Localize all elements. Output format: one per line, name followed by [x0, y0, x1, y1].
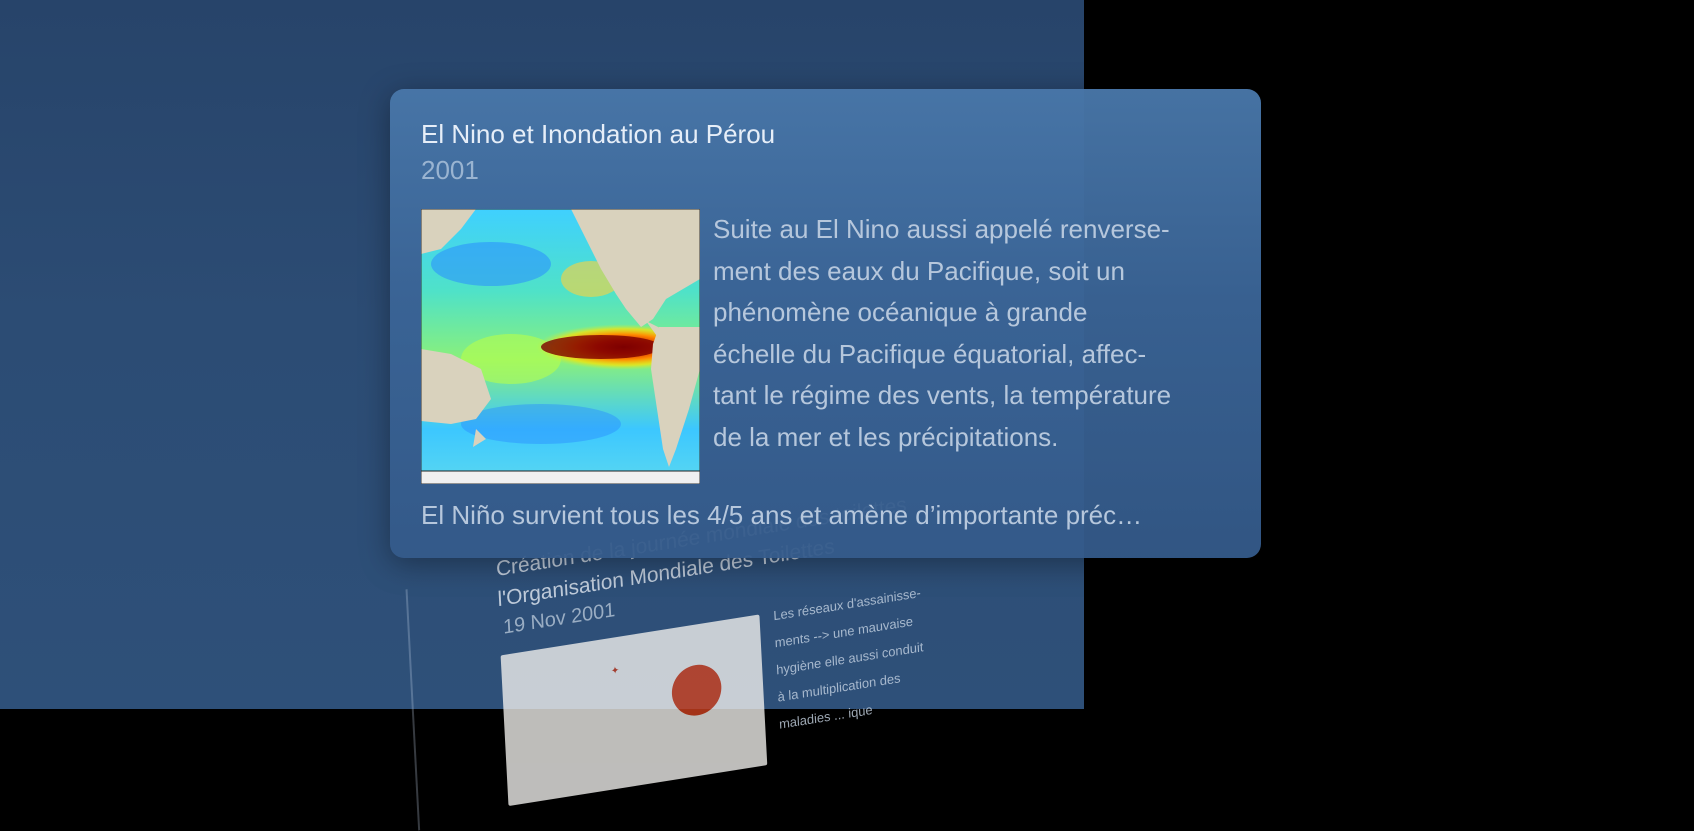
el-nino-map-image [421, 209, 700, 484]
event-description-line: tant le régime des vents, la température [713, 380, 1172, 410]
event-description-line: échelle du Pacifique équatorial, affec- [713, 338, 1147, 369]
timeline-rail [405, 589, 421, 831]
toilet-day-logo-circle-icon [670, 661, 723, 720]
event-title: El Nino et Inondation au Pérou [421, 119, 776, 149]
event-description-line: phénomène océanique à grande [713, 297, 1088, 327]
event-footer-text: El Niño survient tous les 4/5 ans et amè… [421, 500, 1143, 530]
event-year: 2001 [421, 155, 479, 185]
event-description-line: ment des eaux du Pacifique, soit un [713, 255, 1125, 286]
background-event-description: Les réseaux d'assainisse- ments --> une … [773, 579, 928, 738]
toilet-day-logo-icon: ✦ [610, 665, 620, 678]
event-description-line: de la mer et les précipitations. [713, 421, 1059, 452]
el-nino-sea-temperature-map-icon [421, 209, 700, 484]
event-card-el-nino[interactable]: El Nino et Inondation au Pérou 2001 Suit… [390, 89, 1261, 558]
event-description: Suite au El Nino aussi appelé renverse- … [713, 209, 1243, 458]
background-event-thumbnail: ✦ [500, 614, 768, 807]
event-description-line: Suite au El Nino aussi appelé renverse- [713, 214, 1170, 244]
